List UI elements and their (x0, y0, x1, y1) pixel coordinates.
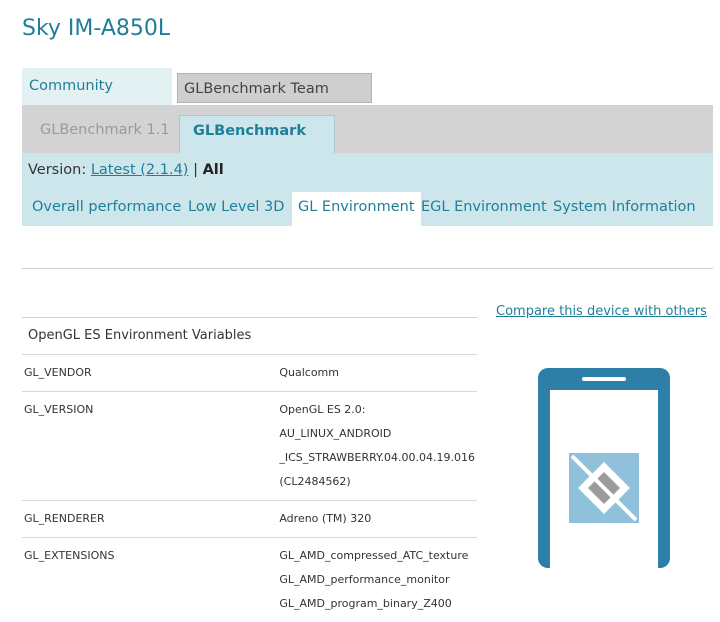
tab-low-level-3d[interactable]: Low Level 3D (188, 199, 284, 215)
tab-egl-environment[interactable]: EGL Environment (421, 199, 547, 215)
compare-device-link[interactable]: Compare this device with others (496, 304, 707, 319)
tab-glbenchmark-2-1[interactable]: GLBenchmark 2.1 (179, 115, 335, 153)
row-value: OpenGL ES 2.0: AU_LINUX_ANDROID _ICS_STR… (277, 392, 477, 501)
table-row: GL_RENDERER Adreno (TM) 320 (22, 501, 477, 538)
row-value: Adreno (TM) 320 (277, 501, 477, 538)
row-key: GL_RENDERER (22, 501, 277, 538)
version-all: All (203, 162, 224, 178)
tab-community-uploads[interactable]: Community Uploads (22, 68, 172, 105)
phone-speaker (582, 377, 626, 381)
tab-glbenchmark-1-1[interactable]: GLBenchmark 1.1 (40, 122, 170, 138)
table-row: GL_VENDOR Qualcomm (22, 355, 477, 392)
page-title: Sky IM-A850L (22, 16, 170, 41)
row-value: Qualcomm (277, 355, 477, 392)
table-heading: OpenGL ES Environment Variables (22, 318, 477, 355)
row-key: GL_VERSION (22, 392, 277, 501)
glbenchmark-logo-icon (564, 448, 644, 528)
tab-overall-performance[interactable]: Overall performance (32, 199, 181, 215)
version-label: Version: (28, 162, 86, 178)
table-row: GL_EXTENSIONS GL_AMD_compressed_ATC_text… (22, 538, 477, 622)
tab-gl-environment[interactable]: GL Environment (292, 192, 421, 226)
section-divider (22, 268, 713, 269)
version-selector: Version: Latest (2.1.4) | All (28, 162, 224, 178)
version-separator: | (193, 162, 198, 178)
tab-system-information[interactable]: System Information (553, 199, 696, 215)
gl-environment-table: OpenGL ES Environment Variables GL_VENDO… (22, 317, 477, 622)
row-key: GL_EXTENSIONS (22, 538, 277, 622)
row-value: GL_AMD_compressed_ATC_texture GL_AMD_per… (277, 538, 477, 622)
version-latest-link[interactable]: Latest (2.1.4) (91, 162, 189, 178)
row-key: GL_VENDOR (22, 355, 277, 392)
table-row: GL_VERSION OpenGL ES 2.0: AU_LINUX_ANDRO… (22, 392, 477, 501)
tab-team-tested[interactable]: GLBenchmark Team Tested (177, 73, 372, 103)
